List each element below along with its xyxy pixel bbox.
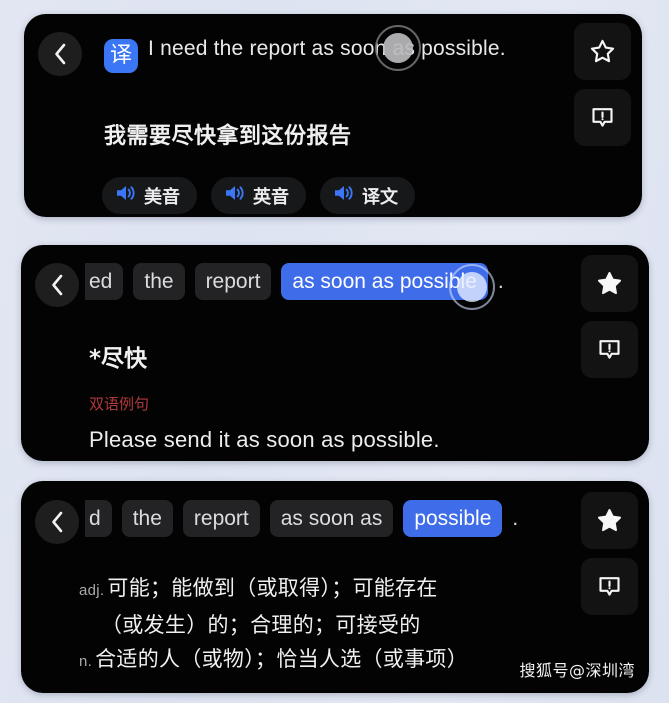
word-chip[interactable]: the xyxy=(133,263,185,300)
speaker-icon xyxy=(333,184,354,207)
section-title-bilingual-examples: 双语例句 xyxy=(89,395,150,413)
back-button[interactable] xyxy=(35,263,79,307)
favorite-button[interactable] xyxy=(574,23,631,80)
translation-card: 译I need the report as soon as possible. … xyxy=(24,14,642,217)
star-outline-icon xyxy=(589,38,616,65)
audio-button-label: 译文 xyxy=(362,186,398,208)
definition-adjective-continued: （或发生）的；合理的；可接受的 xyxy=(79,608,554,642)
translated-text: 我需要尽快拿到这份报告 xyxy=(104,124,352,149)
translate-badge: 译 xyxy=(104,39,138,73)
audio-button-row: 美音 英音 译文 xyxy=(102,177,415,214)
word-chip-selected[interactable]: possible xyxy=(403,500,503,537)
favorite-button[interactable] xyxy=(581,492,638,549)
report-icon xyxy=(596,336,623,363)
back-button[interactable] xyxy=(38,32,82,76)
word-chip-row: d the report as soon as possible . xyxy=(85,500,518,537)
audio-button-label: 英音 xyxy=(253,186,289,208)
source-text-block: 译 I need the report as soon as possible. xyxy=(104,31,524,73)
phrase-lookup-card: ed the report as soon as possible . *尽快 … xyxy=(21,245,649,461)
report-icon xyxy=(596,573,623,600)
chevron-left-icon xyxy=(52,42,68,66)
star-filled-icon xyxy=(596,507,623,534)
report-icon xyxy=(589,104,616,131)
favorite-button[interactable] xyxy=(581,255,638,312)
definition-text: 合适的人（或物）；恰当人选（或事项） xyxy=(95,647,469,671)
part-of-speech: n. xyxy=(79,653,93,670)
report-button[interactable] xyxy=(581,321,638,378)
word-chip-selected[interactable]: as soon as possible xyxy=(281,263,488,300)
speaker-icon xyxy=(115,184,136,207)
speaker-icon xyxy=(224,184,245,207)
definition-noun: n. 合适的人（或物）；恰当人选（或事项） xyxy=(79,642,554,679)
audio-button-label: 美音 xyxy=(144,186,180,208)
definition-list: adj. 可能；能做到（或取得）；可能存在 （或发生）的；合理的；可接受的 n. 合… xyxy=(79,571,554,679)
word-chip[interactable]: report xyxy=(182,500,260,537)
audio-button-us[interactable]: 美音 xyxy=(102,177,197,214)
report-button[interactable] xyxy=(581,558,638,615)
sentence-punctuation: . xyxy=(497,270,504,293)
audio-button-translation[interactable]: 译文 xyxy=(320,177,415,214)
chevron-left-icon xyxy=(49,510,65,534)
sentence-punctuation: . xyxy=(512,507,519,530)
word-chip[interactable]: report xyxy=(194,263,272,300)
word-chip[interactable]: as soon as xyxy=(269,500,394,537)
watermark: 搜狐号@深圳湾 xyxy=(519,661,635,680)
source-text: I need the report as soon as possible. xyxy=(148,37,506,60)
report-button[interactable] xyxy=(574,89,631,146)
word-lookup-card: d the report as soon as possible . adj. 可… xyxy=(21,481,649,693)
example-sentence: Please send it as soon as possible. xyxy=(89,427,440,452)
star-filled-icon xyxy=(596,270,623,297)
audio-button-uk[interactable]: 英音 xyxy=(211,177,306,214)
definition-text: 可能；能做到（或取得）；可能存在 xyxy=(107,576,438,600)
chevron-left-icon xyxy=(49,273,65,297)
screenshot-canvas: 译I need the report as soon as possible. … xyxy=(0,0,669,703)
word-chip[interactable]: the xyxy=(121,500,173,537)
definition-text: （或发生）的；合理的；可接受的 xyxy=(101,613,421,637)
back-button[interactable] xyxy=(35,500,79,544)
word-chip[interactable]: d xyxy=(85,500,112,537)
part-of-speech: adj. xyxy=(79,582,105,599)
word-chip[interactable]: ed xyxy=(85,263,124,300)
word-chip-row: ed the report as soon as possible . xyxy=(85,263,504,300)
phrase-gloss: *尽快 xyxy=(89,346,148,372)
definition-adjective: adj. 可能；能做到（或取得）；可能存在 xyxy=(79,571,554,608)
